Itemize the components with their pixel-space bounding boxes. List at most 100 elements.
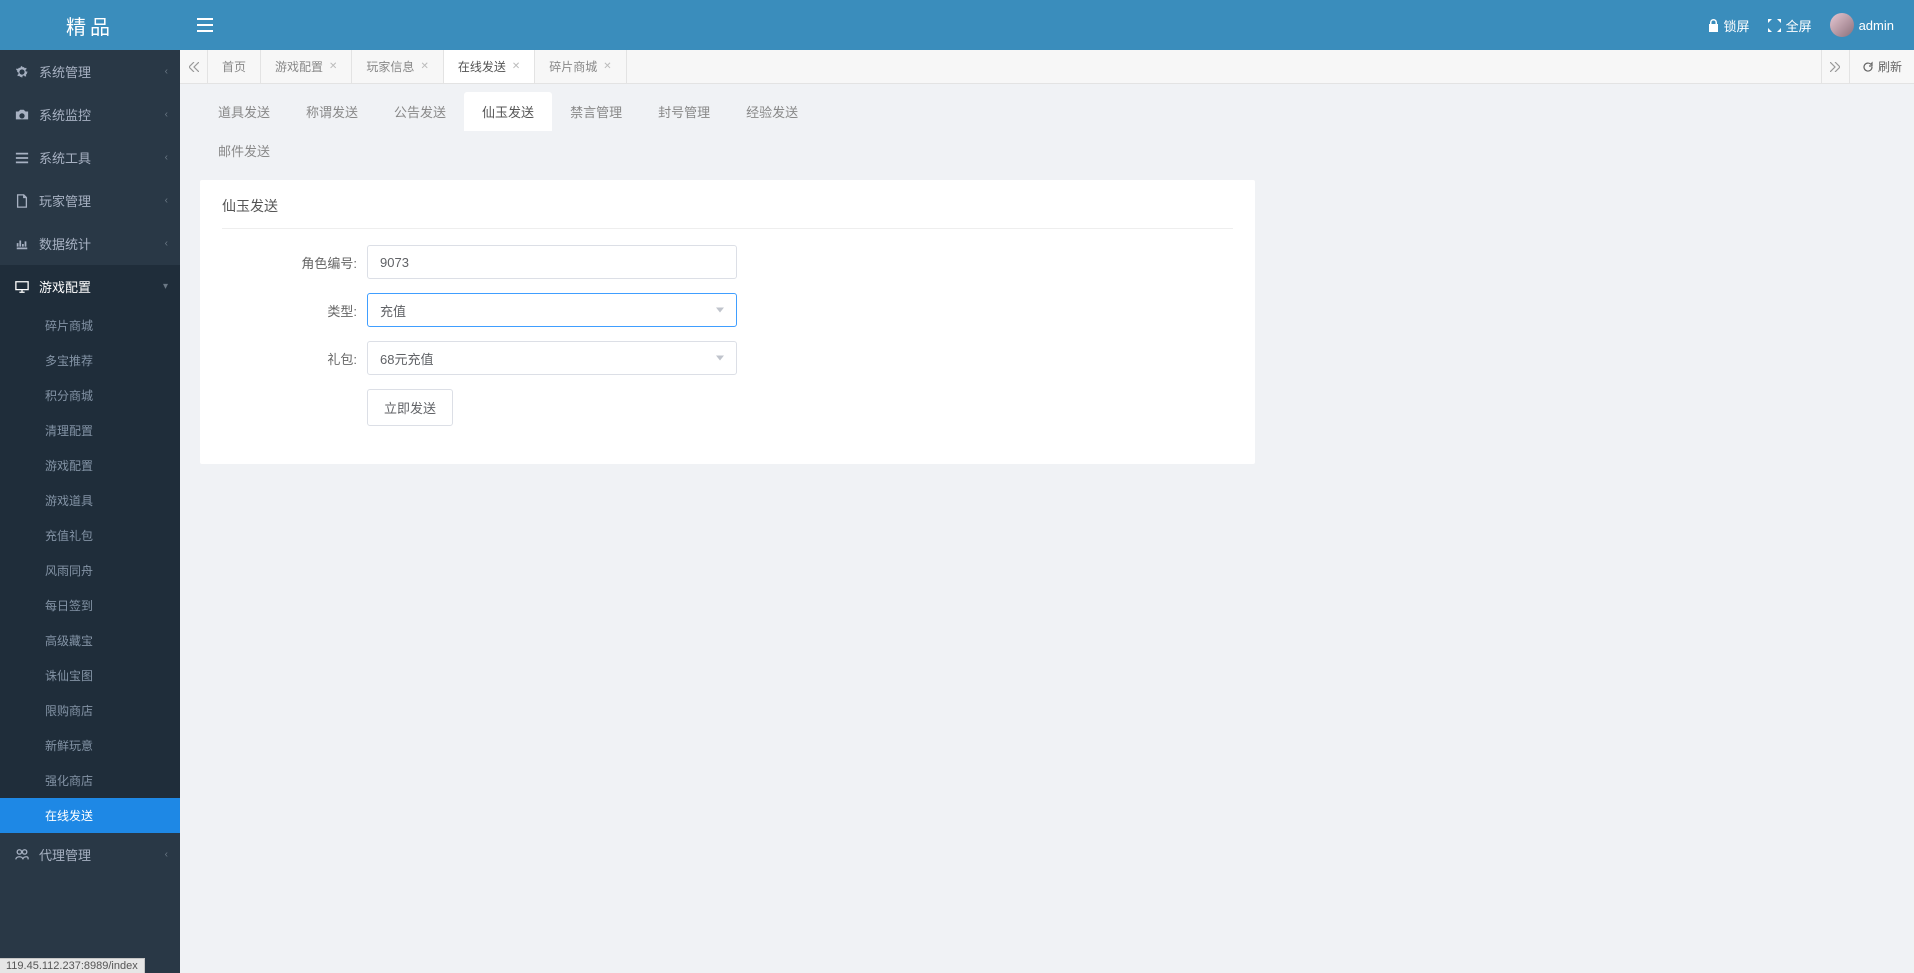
file-icon xyxy=(15,194,31,208)
inner-tab[interactable]: 邮件发送 xyxy=(200,131,288,170)
sub-item[interactable]: 充值礼包 xyxy=(0,518,180,553)
sidebar: 系统管理‹系统监控‹系统工具‹玩家管理‹数据统计‹游戏配置▾碎片商城多宝推荐积分… xyxy=(0,50,180,973)
inner-tab[interactable]: 道具发送 xyxy=(200,92,288,131)
menu-label: 数据统计 xyxy=(39,234,91,253)
inner-tabs: 道具发送称谓发送公告发送仙玉发送禁言管理封号管理经验发送邮件发送 xyxy=(180,84,1914,170)
camera-icon xyxy=(15,108,31,122)
sub-item[interactable]: 高级藏宝 xyxy=(0,623,180,658)
sub-item[interactable]: 诛仙宝图 xyxy=(0,658,180,693)
sub-item[interactable]: 在线发送 xyxy=(0,798,180,833)
sub-item[interactable]: 清理配置 xyxy=(0,413,180,448)
row-type: 类型: 充值 xyxy=(222,293,1233,327)
tab-label: 游戏配置 xyxy=(275,58,323,75)
sidebar-toggle[interactable] xyxy=(180,0,230,50)
menu-item-users[interactable]: 代理管理 ‹ xyxy=(0,833,180,876)
chevron-icon: ‹ xyxy=(165,109,168,120)
inner-tab[interactable]: 称谓发送 xyxy=(288,92,376,131)
brand-logo: 精品 xyxy=(0,11,180,40)
sub-item[interactable]: 每日签到 xyxy=(0,588,180,623)
sub-item[interactable]: 多宝推荐 xyxy=(0,343,180,378)
user-menu[interactable]: admin xyxy=(1830,13,1894,37)
avatar xyxy=(1830,13,1854,37)
label-type: 类型: xyxy=(222,301,367,320)
menu-item-file[interactable]: 玩家管理 ‹ xyxy=(0,179,180,222)
pack-select[interactable]: 68元充值 xyxy=(367,341,737,375)
bars-icon xyxy=(15,151,31,165)
submit-button[interactable]: 立即发送 xyxy=(367,389,453,426)
lock-screen-label: 锁屏 xyxy=(1724,16,1750,35)
role-id-input[interactable] xyxy=(367,245,737,279)
refresh-label: 刷新 xyxy=(1878,58,1902,75)
tab-label: 在线发送 xyxy=(458,58,506,75)
topbar-right: 锁屏 全屏 admin xyxy=(1708,13,1914,37)
sub-item[interactable]: 游戏道具 xyxy=(0,483,180,518)
chevron-icon: ▾ xyxy=(163,281,168,292)
page-tab[interactable]: 游戏配置 ✕ xyxy=(261,50,352,83)
close-icon[interactable]: ✕ xyxy=(603,61,611,72)
sub-item[interactable]: 游戏配置 xyxy=(0,448,180,483)
sub-item[interactable]: 碎片商城 xyxy=(0,308,180,343)
row-pack: 礼包: 68元充值 xyxy=(222,341,1233,375)
menu-icon xyxy=(197,18,213,32)
menu-item-bars[interactable]: 系统工具‹ xyxy=(0,136,180,179)
tabs-scroll-right[interactable] xyxy=(1821,50,1849,83)
fullscreen-label: 全屏 xyxy=(1786,16,1812,35)
inner-tab[interactable]: 禁言管理 xyxy=(552,92,640,131)
inner-tab[interactable]: 封号管理 xyxy=(640,92,728,131)
menu-item-gear[interactable]: 系统管理 ‹ xyxy=(0,50,180,93)
tabs-scroll-left[interactable] xyxy=(180,50,208,83)
row-role-id: 角色编号: xyxy=(222,245,1233,279)
gear-icon xyxy=(15,65,31,79)
menu-item-monitor[interactable]: 游戏配置▾ xyxy=(0,265,180,308)
topbar: 精品 锁屏 全屏 admin xyxy=(0,0,1914,50)
page-tab[interactable]: 首页 xyxy=(208,50,261,83)
lock-screen-button[interactable]: 锁屏 xyxy=(1708,16,1750,35)
menu-label: 系统工具 xyxy=(39,148,91,167)
sub-item[interactable]: 限购商店 xyxy=(0,693,180,728)
pack-select-value: 68元充值 xyxy=(380,349,433,368)
menu-item-chart[interactable]: 数据统计 ‹ xyxy=(0,222,180,265)
browser-status-bar: 119.45.112.237:8989/index xyxy=(0,958,145,973)
inner-tab[interactable]: 公告发送 xyxy=(376,92,464,131)
page-tab[interactable]: 玩家信息 ✕ xyxy=(352,50,443,83)
close-icon[interactable]: ✕ xyxy=(512,61,520,72)
sub-item[interactable]: 强化商店 xyxy=(0,763,180,798)
chevron-icon: ‹ xyxy=(165,238,168,249)
lock-icon xyxy=(1708,19,1719,32)
menu-label: 代理管理 xyxy=(39,845,91,864)
chevron-icon: ‹ xyxy=(165,849,168,860)
label-pack: 礼包: xyxy=(222,349,367,368)
tab-label: 玩家信息 xyxy=(366,58,414,75)
chevron-icon: ‹ xyxy=(165,66,168,77)
username: admin xyxy=(1859,18,1894,33)
sub-item[interactable]: 积分商城 xyxy=(0,378,180,413)
menu-label: 系统管理 xyxy=(39,62,91,81)
inner-tab[interactable]: 仙玉发送 xyxy=(464,92,552,131)
double-chevron-right-icon xyxy=(1830,62,1840,72)
chart-icon xyxy=(15,237,31,251)
monitor-icon xyxy=(15,280,31,294)
type-select[interactable]: 充值 xyxy=(367,293,737,327)
menu-item-camera[interactable]: 系统监控 ‹ xyxy=(0,93,180,136)
inner-tab[interactable]: 经验发送 xyxy=(728,92,816,131)
panel-title: 仙玉发送 xyxy=(222,196,1233,229)
refresh-button[interactable]: 刷新 xyxy=(1849,50,1914,83)
fullscreen-button[interactable]: 全屏 xyxy=(1768,16,1812,35)
menu-label: 系统监控 xyxy=(39,105,91,124)
tab-label: 碎片商城 xyxy=(549,58,597,75)
type-select-value: 充值 xyxy=(380,301,406,320)
main-content: 首页游戏配置✕玩家信息✕在线发送✕碎片商城✕ 刷新 道具发送称谓发送公告发送仙玉… xyxy=(180,50,1914,973)
submenu-game-config: 碎片商城多宝推荐积分商城清理配置游戏配置游戏道具充值礼包风雨同舟每日签到高级藏宝… xyxy=(0,308,180,833)
label-role-id: 角色编号: xyxy=(222,253,367,272)
page-tab[interactable]: 在线发送 ✕ xyxy=(444,50,535,83)
page-tabs: 首页游戏配置 ✕ 玩家信息 ✕ 在线发送 ✕ 碎片商城 ✕ 刷新 xyxy=(180,50,1914,84)
close-icon[interactable]: ✕ xyxy=(420,61,428,72)
sub-item[interactable]: 风雨同舟 xyxy=(0,553,180,588)
row-submit: 立即发送 xyxy=(222,389,1233,426)
close-icon[interactable]: ✕ xyxy=(329,61,337,72)
sub-item[interactable]: 新鲜玩意 xyxy=(0,728,180,763)
menu-label: 玩家管理 xyxy=(39,191,91,210)
chevron-icon: ‹ xyxy=(165,195,168,206)
page-tab[interactable]: 碎片商城 ✕ xyxy=(535,50,626,83)
refresh-icon xyxy=(1862,61,1874,73)
